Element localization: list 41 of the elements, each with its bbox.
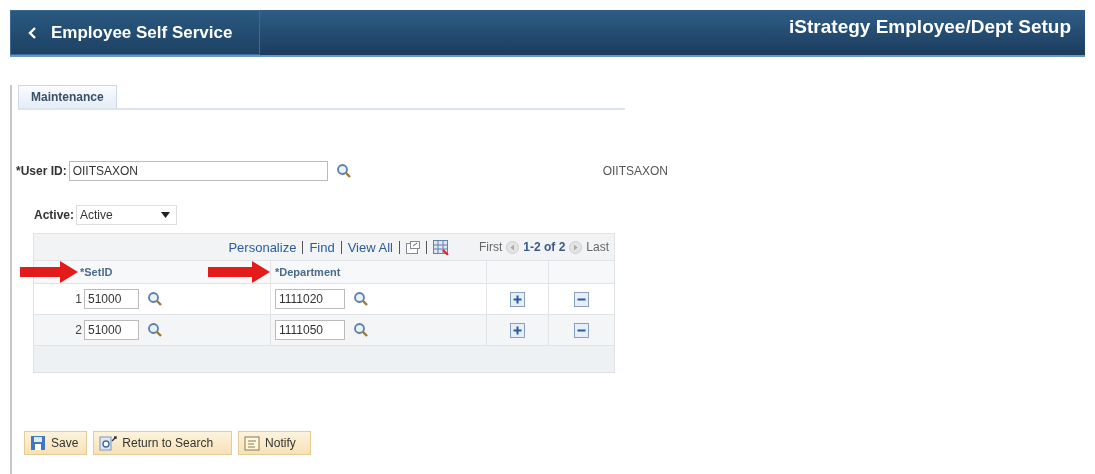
grid-link[interactable]: Find bbox=[309, 239, 335, 255]
row-number: 2 bbox=[74, 323, 82, 337]
arrow-drawing bbox=[208, 261, 270, 283]
page-title: iStrategy Employee/Dept Setup bbox=[789, 15, 1071, 38]
search-icon[interactable] bbox=[353, 291, 369, 307]
popup-icon[interactable] bbox=[405, 240, 420, 254]
column-header: *Department bbox=[275, 266, 341, 278]
spreadsheet-icon[interactable] bbox=[432, 239, 449, 255]
setid-field[interactable]: 51000 bbox=[84, 289, 139, 309]
magnifier-page-icon bbox=[99, 435, 118, 451]
column-header: *SetID bbox=[80, 266, 113, 278]
return-to-search-button[interactable]: Return to Search bbox=[93, 431, 233, 455]
arrow-drawing bbox=[20, 261, 78, 283]
search-icon[interactable] bbox=[147, 322, 163, 338]
field-label: *User ID: bbox=[16, 164, 67, 178]
notify-button[interactable]: Notify bbox=[238, 431, 311, 455]
department-field[interactable]: 1111020 bbox=[275, 289, 345, 309]
setid-field[interactable]: 51000 bbox=[84, 320, 139, 340]
last-label: Last bbox=[586, 240, 609, 254]
department-field[interactable]: 1111050 bbox=[275, 320, 345, 340]
save-button[interactable]: Save bbox=[24, 431, 88, 455]
tab[interactable]: Maintenance bbox=[18, 85, 117, 108]
add-row-icon[interactable] bbox=[510, 322, 525, 338]
caret-icon bbox=[161, 212, 170, 218]
field-label: Active: bbox=[34, 208, 74, 222]
active-dropdown[interactable]: Active bbox=[76, 205, 177, 225]
user-id-display: OIITSAXON bbox=[602, 164, 669, 178]
user-id-field[interactable]: OIITSAXON bbox=[68, 161, 328, 181]
back-button[interactable]: Employee Self Service bbox=[10, 10, 260, 55]
first-label: First bbox=[478, 240, 503, 254]
note-icon bbox=[244, 435, 261, 451]
grid-link[interactable]: Personalize bbox=[228, 239, 297, 255]
row-number: 1 bbox=[74, 292, 82, 306]
search-icon[interactable] bbox=[335, 163, 352, 179]
search-icon[interactable] bbox=[353, 322, 369, 338]
grid-link[interactable]: View All bbox=[347, 239, 393, 255]
search-icon[interactable] bbox=[147, 291, 163, 307]
delete-row-icon[interactable] bbox=[574, 322, 589, 338]
add-row-icon[interactable] bbox=[510, 291, 525, 307]
delete-row-icon[interactable] bbox=[574, 291, 589, 307]
row-range: 1-2 of 2 bbox=[523, 240, 566, 254]
